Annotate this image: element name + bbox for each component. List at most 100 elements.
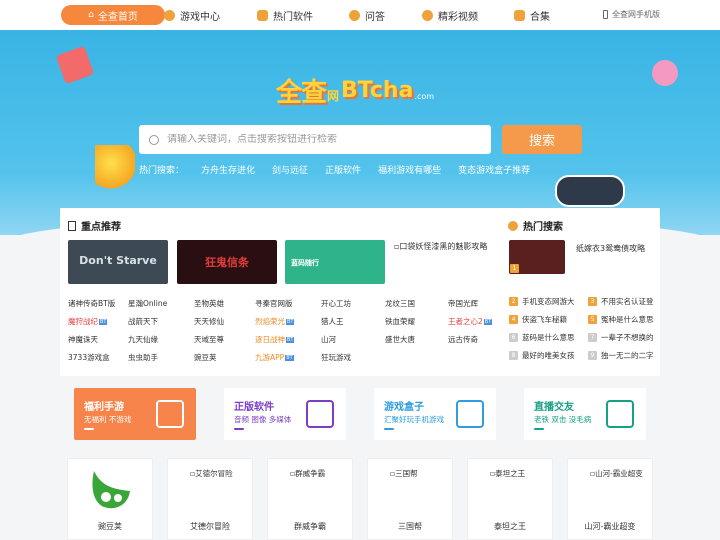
featured-link-text: 寻秦官网版 (255, 299, 293, 308)
broken-game-image: ▫山河-霸业超变 (590, 469, 650, 479)
hot-search-term[interactable]: 变态游戏盒子推荐 (458, 163, 530, 176)
hot-top-thumb[interactable]: 1 (509, 240, 565, 274)
featured-link[interactable]: 盛世大唐 (385, 334, 415, 345)
featured-link[interactable]: 龙纹三国 (385, 298, 415, 309)
game-card[interactable]: ▫艾德尔冒险 艾德尔冒险 (167, 458, 253, 540)
featured-thumb-broken[interactable]: ▫口袋妖怪漆黑的魅影攻略 (394, 241, 487, 252)
featured-title: 重点推荐 (68, 218, 121, 233)
hot-search-term[interactable]: 剑与远征 (272, 163, 308, 176)
featured-link-text: 诸神传奇BT版 (68, 299, 116, 308)
nav-mobile-link[interactable]: 全查网手机版 (603, 9, 660, 20)
featured-link-text: 虫虫助手 (128, 353, 158, 362)
bt-badge: BT (286, 319, 295, 325)
game-card[interactable]: ▫群威争霸 群威争霸 (267, 458, 353, 540)
nav-home-button[interactable]: ⌂ 全查首页 (61, 5, 165, 25)
featured-link[interactable]: 开心工坊 (321, 298, 351, 309)
tile-subtitle: 无福利 不游戏 (84, 415, 132, 424)
featured-link[interactable]: 圣物英雄 (194, 298, 224, 309)
featured-link[interactable]: 铁血荣耀 (385, 316, 415, 327)
search-input[interactable] (167, 134, 467, 145)
featured-link-text: 狂玩游戏 (321, 353, 351, 362)
logo-en: BTcha (341, 77, 414, 103)
category-tile[interactable]: 直播交友 老铁 双击 没毛病 (524, 388, 646, 440)
hot-item[interactable]: 4 侠盗飞车秘籍 (509, 314, 567, 325)
hot-search-term[interactable]: 正版软件 (325, 163, 361, 176)
hot-item[interactable]: 7 一辈子不想换的 (588, 332, 654, 343)
featured-link[interactable]: 天天修仙 (194, 316, 224, 327)
nav-hot-software[interactable]: 热门软件 (257, 5, 313, 25)
featured-link[interactable]: 星瀚Online (128, 298, 167, 309)
nav-game-center[interactable]: 游戏中心 (164, 5, 220, 25)
hero-banner: 全查 网 BTcha .com 搜索 热门搜索： 方舟生存进化 剑与远征 正版软… (0, 30, 720, 235)
game-alt-text: 群威争霸 (295, 469, 326, 478)
featured-link[interactable]: 帝国光辉 (448, 298, 478, 309)
game-card[interactable]: ▫泰坦之王 泰坦之王 (467, 458, 553, 540)
game-card[interactable]: 豌豆荚 (67, 458, 153, 540)
featured-link[interactable]: 王者之心2 BT (448, 316, 493, 327)
hot-item-text: 冤种是什么意思 (601, 315, 654, 324)
featured-link[interactable]: 寻秦官网版 (255, 298, 293, 309)
hot-top-title[interactable]: 纸嫁衣3鸳鸯债攻略 (576, 243, 645, 254)
fire-icon (508, 220, 518, 231)
featured-thumb[interactable]: Don't Starve (68, 240, 168, 284)
featured-link[interactable]: 战箭天下 (128, 316, 158, 327)
featured-link[interactable]: 山河 (321, 334, 336, 345)
featured-link-text: 远古传奇 (448, 335, 478, 344)
featured-link-text: 盛世大唐 (385, 335, 415, 344)
featured-link[interactable]: 远古传奇 (448, 334, 478, 345)
tile-bar (234, 428, 244, 430)
nav-label: 精彩视频 (438, 11, 478, 23)
featured-link[interactable]: 烈焰荣光 BT (255, 316, 295, 327)
featured-link[interactable]: 魔狩战纪 BT (68, 316, 108, 327)
hot-search-term[interactable]: 方舟生存进化 (201, 163, 255, 176)
category-tile[interactable]: 游戏盒子 汇聚好玩手机游戏 (374, 388, 496, 440)
logo-cn: 全查 (276, 77, 327, 108)
featured-link-text: 3733游戏盒 (68, 353, 110, 362)
icecream-decoration-icon (652, 60, 678, 86)
category-icon (306, 400, 334, 428)
nav-qa[interactable]: 问答 (349, 5, 385, 25)
category-tile[interactable]: 福利手游 无福利 不游戏 (74, 388, 196, 440)
featured-link[interactable]: 天域至尊 (194, 334, 224, 345)
featured-link[interactable]: 3733游戏盒 (68, 352, 110, 363)
hot-item[interactable]: 5 冤种是什么意思 (588, 314, 654, 325)
hot-item[interactable]: 3 不用实名认证登 (588, 296, 654, 307)
category-tile[interactable]: 正版软件 音频 图像 多媒体 (224, 388, 346, 440)
featured-link[interactable]: 狂玩游戏 (321, 352, 351, 363)
hot-item[interactable]: 6 蓝码是什么意思 (509, 332, 575, 343)
featured-thumb[interactable]: 蓝码随行 (285, 240, 385, 284)
software-icon (257, 9, 268, 21)
site-logo[interactable]: 全查 网 BTcha .com (276, 72, 446, 108)
featured-link[interactable]: 猎人王 (321, 316, 344, 327)
nav-collection[interactable]: 合集 (514, 5, 550, 25)
featured-link-text: 圣物英雄 (194, 299, 224, 308)
rank-badge: 2 (509, 297, 518, 306)
popcorn-decoration-icon (55, 45, 95, 85)
hot-search-term[interactable]: 福利游戏有哪些 (378, 163, 441, 176)
rank-badge: 9 (588, 351, 597, 360)
featured-link[interactable]: 九游APP BT (255, 352, 294, 363)
hot-item[interactable]: 9 独一无二的二字 (588, 350, 654, 361)
rank-badge: 7 (588, 333, 597, 342)
game-name: 泰坦之王 (494, 522, 526, 531)
search-button[interactable]: 搜索 (502, 125, 582, 154)
featured-link[interactable]: 诸神传奇BT版 (68, 298, 115, 309)
game-card[interactable]: ▫三国帮 三国帮 (367, 458, 453, 540)
game-card[interactable]: ▫山河-霸业超变 山河-霸业超变 (567, 458, 653, 540)
featured-link[interactable]: 豌豆荚 (194, 352, 217, 363)
featured-link-text: 星瀚Online (128, 299, 168, 308)
hot-item-text: 最好的唯美女孩 (522, 351, 575, 360)
rank-badge: 6 (509, 333, 518, 342)
featured-link[interactable]: 神魔诛天 (68, 334, 98, 345)
featured-thumb[interactable]: 狂鬼信条 (177, 240, 277, 284)
featured-link[interactable]: 逐日战神 BT (255, 334, 295, 345)
hot-item[interactable]: 8 最好的唯美女孩 (509, 350, 575, 361)
featured-link[interactable]: 虫虫助手 (128, 352, 158, 363)
broken-game-image: ▫群威争霸 (290, 469, 350, 479)
featured-link[interactable]: 九天仙缘 (128, 334, 158, 345)
broken-game-image: ▫三国帮 (390, 469, 450, 479)
hot-item[interactable]: 2 手机变态网游大 (509, 296, 575, 307)
nav-video[interactable]: 精彩视频 (422, 5, 478, 25)
thumb-label: 狂鬼信条 (205, 256, 249, 269)
bt-badge: BT (285, 355, 294, 361)
